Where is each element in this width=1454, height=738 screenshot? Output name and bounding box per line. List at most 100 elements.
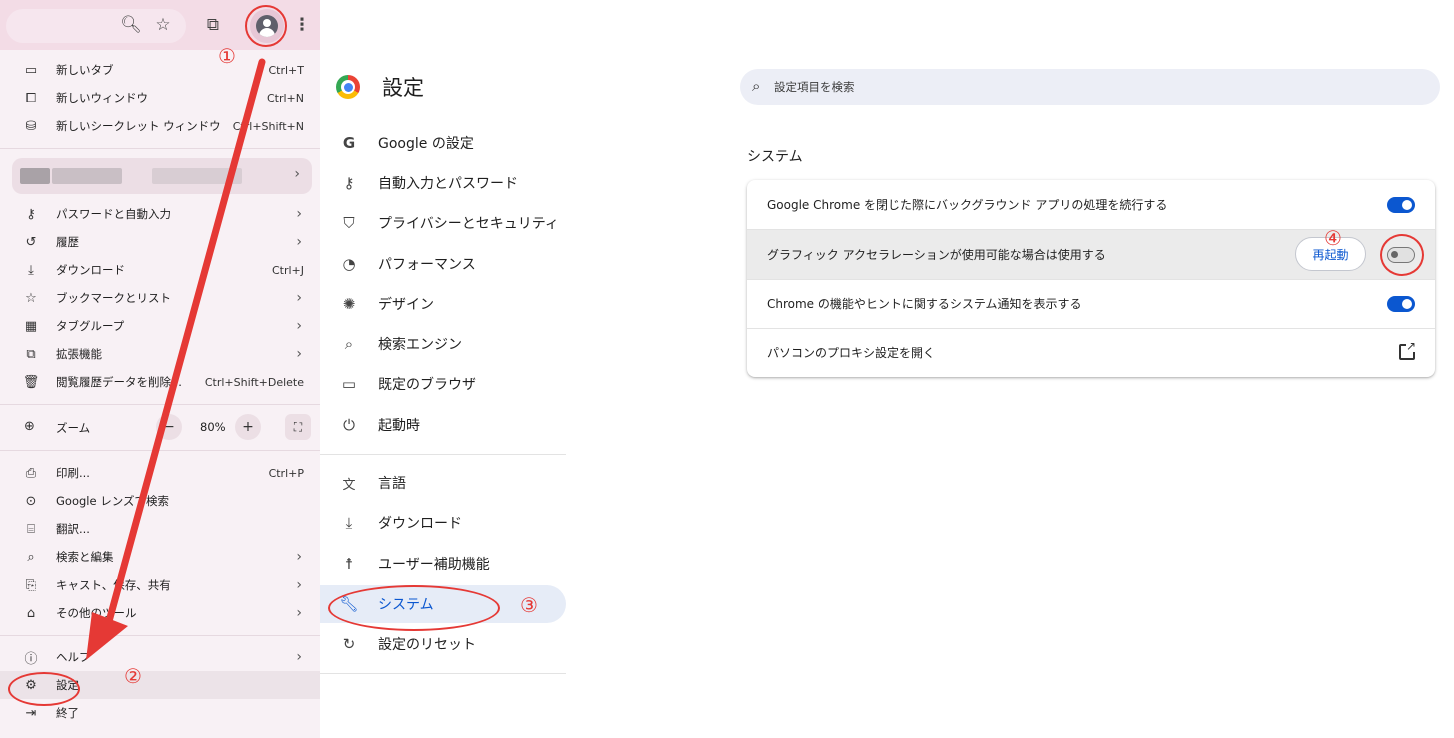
search-edit-icon: ⌕ xyxy=(27,549,35,565)
settings-search-box: ⌕ xyxy=(740,69,1440,105)
menu-divider xyxy=(0,635,320,636)
search-icon: ⌕ xyxy=(344,335,354,353)
download-icon: ⤓ xyxy=(28,262,34,278)
sidebar-item-performance[interactable]: ◔ パフォーマンス xyxy=(320,245,566,283)
trash-icon: 🗑︎ xyxy=(22,374,40,390)
highlight-ring-avatar xyxy=(245,5,287,47)
chevron-right-icon: › xyxy=(296,234,302,250)
menu-item-downloads[interactable]: ⤓ ダウンロード Ctrl+J xyxy=(0,256,320,284)
menu-item-google-lens[interactable]: ⊙ Google レンズで検索 xyxy=(0,487,320,515)
sidebar-item-design[interactable]: ✺ デザイン xyxy=(320,285,566,323)
step-1-label: ① xyxy=(218,44,236,68)
background-apps-toggle[interactable] xyxy=(1387,197,1415,213)
sidebar-item-google[interactable]: G Google の設定 xyxy=(320,124,566,162)
chevron-right-icon: › xyxy=(296,649,302,665)
sidebar-item-privacy[interactable]: ⛉ プライバシーとセキュリティ xyxy=(320,204,566,242)
chevron-right-icon: › xyxy=(296,577,302,593)
system-notifications-toggle[interactable] xyxy=(1387,296,1415,312)
step-4-label: ④ xyxy=(1324,226,1342,250)
menu-item-translate[interactable]: ⌸ 翻訳... xyxy=(0,515,320,543)
browser-icon: ▭ xyxy=(341,375,357,393)
speedometer-icon: ◔ xyxy=(342,255,356,273)
profile-blurred-avatar xyxy=(20,168,50,184)
palette-icon: ✺ xyxy=(342,295,356,313)
cast-icon: ⎘ xyxy=(25,577,37,593)
tab-groups-icon: ▦ xyxy=(24,318,38,334)
sidebar-item-downloads[interactable]: ⤓ ダウンロード xyxy=(320,504,566,542)
menu-item-bookmarks[interactable]: ☆ ブックマークとリスト › xyxy=(0,284,320,312)
zoom-value: 80% xyxy=(200,420,226,434)
menu-divider xyxy=(0,148,320,149)
download-icon: ⤓ xyxy=(345,514,353,532)
menu-item-history[interactable]: ↺ 履歴 › xyxy=(0,228,320,256)
chevron-right-icon: › xyxy=(296,318,302,334)
zoom-row: ⊕ ズーム − 80% + ⛶ xyxy=(0,412,320,442)
menu-item-new-tab[interactable]: ▭ 新しいタブ Ctrl+T xyxy=(0,56,320,84)
sidebar-divider xyxy=(320,673,566,674)
reset-icon: ↻ xyxy=(342,635,356,653)
menu-item-clear-data[interactable]: 🗑︎ 閲覧履歴データを削除... Ctrl+Shift+Delete xyxy=(0,368,320,396)
profile-blurred-name xyxy=(52,168,122,184)
new-tab-icon: ▭ xyxy=(24,62,38,78)
star-icon: ☆ xyxy=(25,290,37,306)
sidebar-item-language[interactable]: 文 言語 xyxy=(320,464,566,502)
chevron-right-icon: › xyxy=(294,166,300,182)
sidebar-item-accessibility[interactable]: ☨ ユーザー補助機能 xyxy=(320,545,566,583)
kebab-menu-icon[interactable]: ⋮ xyxy=(292,14,312,36)
page-title: 設定 xyxy=(382,76,424,100)
help-icon: ⓘ xyxy=(24,651,38,667)
menu-item-new-window[interactable]: ⧠ 新しいウィンドウ Ctrl+N xyxy=(0,84,320,112)
section-title: システム xyxy=(747,149,803,165)
new-window-icon: ⧠ xyxy=(25,90,37,106)
accessibility-icon: ☨ xyxy=(344,555,354,573)
chrome-menu-panel: 🔍︎ ☆ ⧉ ⋮ ▭ 新しいタブ Ctrl+T ⧠ 新しいウィンドウ Ctrl+… xyxy=(0,0,320,738)
menu-item-cast-save-share[interactable]: ⎘ キャスト、保存、共有 › xyxy=(0,571,320,599)
zoom-icon: ⊕ xyxy=(24,419,35,434)
menu-item-print[interactable]: ⎙ 印刷... Ctrl+P xyxy=(0,459,320,487)
menu-item-more-tools[interactable]: ⌂ その他のツール › xyxy=(0,599,320,627)
highlight-ring-system xyxy=(328,585,500,631)
profile-row[interactable]: › xyxy=(12,158,312,194)
highlight-ring-toggle xyxy=(1380,234,1424,276)
zoom-out-button[interactable]: − xyxy=(156,414,182,440)
sidebar-item-autofill[interactable]: ⚷ 自動入力とパスワード xyxy=(320,164,566,202)
setting-row-background-apps[interactable]: Google Chrome を閉じた際にバックグラウンド アプリの処理を続行する xyxy=(747,180,1435,229)
setting-row-system-notifications[interactable]: Chrome の機能やヒントに関するシステム通知を表示する xyxy=(747,279,1435,328)
more-tools-icon: ⌂ xyxy=(26,605,36,621)
chevron-right-icon: › xyxy=(296,605,302,621)
shield-icon: ⛉ xyxy=(343,214,355,232)
sidebar-item-reset[interactable]: ↻ 設定のリセット xyxy=(320,625,566,663)
google-lens-icon: ⊙ xyxy=(25,493,37,509)
chrome-logo-icon xyxy=(336,75,360,99)
google-icon: G xyxy=(342,134,356,152)
menu-item-incognito[interactable]: ⛁ 新しいシークレット ウィンドウ Ctrl+Shift+N xyxy=(0,112,320,140)
external-link-icon[interactable] xyxy=(1399,340,1416,360)
zoom-in-button[interactable]: + xyxy=(235,414,261,440)
bookmark-star-icon[interactable]: ☆ xyxy=(152,14,174,36)
menu-divider xyxy=(0,404,320,405)
menu-item-search-edit[interactable]: ⌕ 検索と編集 › xyxy=(0,543,320,571)
chevron-right-icon: › xyxy=(296,549,302,565)
menu-item-tab-groups[interactable]: ▦ タブグループ › xyxy=(0,312,320,340)
incognito-icon: ⛁ xyxy=(25,118,37,134)
sidebar-item-default-browser[interactable]: ▭ 既定のブラウザ xyxy=(320,365,566,403)
print-icon: ⎙ xyxy=(25,465,37,481)
fullscreen-icon[interactable]: ⛶ xyxy=(285,414,311,440)
zoom-icon[interactable]: 🔍︎ xyxy=(120,14,142,36)
profile-blurred-email xyxy=(152,168,242,184)
menu-item-passwords[interactable]: ⚷ パスワードと自動入力 › xyxy=(0,200,320,228)
menu-item-help[interactable]: ⓘ ヘルプ › xyxy=(0,643,320,671)
history-icon: ↺ xyxy=(25,234,37,250)
settings-search-input[interactable] xyxy=(774,77,1414,97)
extensions-icon[interactable]: ⧉ xyxy=(202,14,224,36)
translate-icon: ⌸ xyxy=(27,521,35,537)
step-3-label: ③ xyxy=(520,593,538,617)
power-icon: ⏻ xyxy=(343,416,355,434)
key-icon: ⚷ xyxy=(26,206,36,222)
sidebar-item-search-engine[interactable]: ⌕ 検索エンジン xyxy=(320,325,566,363)
chevron-right-icon: › xyxy=(296,346,302,362)
highlight-ring-settings xyxy=(8,672,80,706)
menu-item-extensions[interactable]: ⧉ 拡張機能 › xyxy=(0,340,320,368)
setting-row-proxy[interactable]: パソコンのプロキシ設定を開く xyxy=(747,328,1435,377)
sidebar-item-startup[interactable]: ⏻ 起動時 xyxy=(320,406,566,444)
